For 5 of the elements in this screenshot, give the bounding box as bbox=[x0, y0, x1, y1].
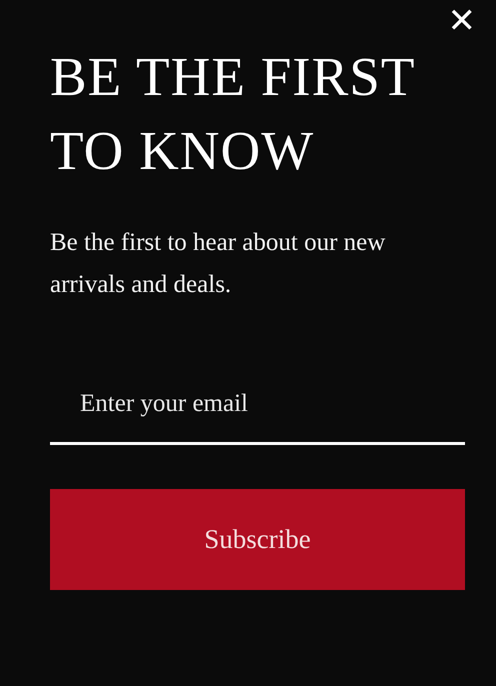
description-text: Be the first to hear about our new arrivals and deals. bbox=[50, 228, 386, 300]
email-field[interactable]: Enter your email bbox=[50, 376, 465, 445]
headline: BE THE FIRST TO KNOW bbox=[50, 45, 416, 183]
subscribe-button[interactable]: Subscribe bbox=[50, 489, 465, 590]
close-button[interactable]: ✕ bbox=[444, 2, 480, 40]
